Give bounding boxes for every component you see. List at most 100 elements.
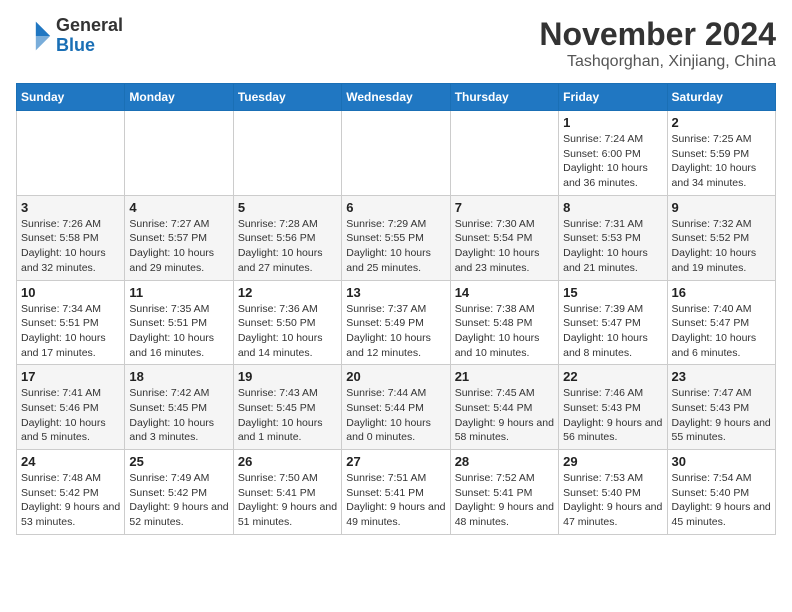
day-info: Sunrise: 7:46 AM Sunset: 5:43 PM Dayligh… bbox=[563, 386, 662, 445]
weekday-header-tuesday: Tuesday bbox=[233, 84, 341, 111]
day-number: 20 bbox=[346, 369, 445, 384]
day-number: 10 bbox=[21, 285, 120, 300]
calendar-cell: 26 Sunrise: 7:50 AM Sunset: 5:41 PM Dayli… bbox=[233, 450, 341, 535]
day-info: Sunrise: 7:32 AM Sunset: 5:52 PM Dayligh… bbox=[672, 217, 771, 276]
day-info: Sunrise: 7:50 AM Sunset: 5:41 PM Dayligh… bbox=[238, 471, 337, 530]
calendar-cell: 7 Sunrise: 7:30 AM Sunset: 5:54 PM Daylig… bbox=[450, 195, 558, 280]
day-number: 28 bbox=[455, 454, 554, 469]
day-number: 15 bbox=[563, 285, 662, 300]
weekday-header-friday: Friday bbox=[559, 84, 667, 111]
calendar-cell: 8 Sunrise: 7:31 AM Sunset: 5:53 PM Daylig… bbox=[559, 195, 667, 280]
day-number: 26 bbox=[238, 454, 337, 469]
day-number: 23 bbox=[672, 369, 771, 384]
calendar-cell: 12Sunrise: 7:36 AM Sunset: 5:50 PM Dayli… bbox=[233, 280, 341, 365]
calendar-cell: 23 Sunrise: 7:47 AM Sunset: 5:43 PM Dayli… bbox=[667, 365, 775, 450]
day-info: Sunrise: 7:27 AM Sunset: 5:57 PM Dayligh… bbox=[129, 217, 228, 276]
day-number: 3 bbox=[21, 200, 120, 215]
day-number: 14 bbox=[455, 285, 554, 300]
logo-line2: Blue bbox=[56, 36, 123, 56]
logo: General Blue bbox=[16, 16, 123, 56]
day-number: 2 bbox=[672, 115, 771, 130]
calendar-cell: 13Sunrise: 7:37 AM Sunset: 5:49 PM Dayli… bbox=[342, 280, 450, 365]
day-info: Sunrise: 7:35 AM Sunset: 5:51 PM Dayligh… bbox=[129, 302, 228, 361]
day-info: Sunrise: 7:24 AM Sunset: 6:00 PM Dayligh… bbox=[563, 132, 662, 191]
calendar-cell: 16 Sunrise: 7:40 AM Sunset: 5:47 PM Dayli… bbox=[667, 280, 775, 365]
calendar-cell: 5 Sunrise: 7:28 AM Sunset: 5:56 PM Daylig… bbox=[233, 195, 341, 280]
day-number: 16 bbox=[672, 285, 771, 300]
calendar-cell: 24 Sunrise: 7:48 AM Sunset: 5:42 PM Dayli… bbox=[17, 450, 125, 535]
location-subtitle: Tashqorghan, Xinjiang, China bbox=[539, 53, 776, 71]
day-info: Sunrise: 7:41 AM Sunset: 5:46 PM Dayligh… bbox=[21, 386, 120, 445]
calendar-cell: 27Sunrise: 7:51 AM Sunset: 5:41 PM Dayli… bbox=[342, 450, 450, 535]
calendar-cell: 18Sunrise: 7:42 AM Sunset: 5:45 PM Dayli… bbox=[125, 365, 233, 450]
day-info: Sunrise: 7:54 AM Sunset: 5:40 PM Dayligh… bbox=[672, 471, 771, 530]
logo-text: General Blue bbox=[56, 16, 123, 56]
day-number: 1 bbox=[563, 115, 662, 130]
calendar-cell: 20 Sunrise: 7:44 AM Sunset: 5:44 PM Dayli… bbox=[342, 365, 450, 450]
day-number: 5 bbox=[238, 200, 337, 215]
day-info: Sunrise: 7:52 AM Sunset: 5:41 PM Dayligh… bbox=[455, 471, 554, 530]
calendar-cell: 6Sunrise: 7:29 AM Sunset: 5:55 PM Daylig… bbox=[342, 195, 450, 280]
day-number: 18 bbox=[129, 369, 228, 384]
calendar-week-row: 17 Sunrise: 7:41 AM Sunset: 5:46 PM Dayli… bbox=[17, 365, 776, 450]
day-info: Sunrise: 7:44 AM Sunset: 5:44 PM Dayligh… bbox=[346, 386, 445, 445]
calendar-cell bbox=[233, 111, 341, 196]
calendar-cell: 9 Sunrise: 7:32 AM Sunset: 5:52 PM Daylig… bbox=[667, 195, 775, 280]
weekday-header-wednesday: Wednesday bbox=[342, 84, 450, 111]
calendar-week-row: 10 Sunrise: 7:34 AM Sunset: 5:51 PM Dayli… bbox=[17, 280, 776, 365]
day-number: 4 bbox=[129, 200, 228, 215]
calendar-cell: 3 Sunrise: 7:26 AM Sunset: 5:58 PM Daylig… bbox=[17, 195, 125, 280]
day-info: Sunrise: 7:53 AM Sunset: 5:40 PM Dayligh… bbox=[563, 471, 662, 530]
day-info: Sunrise: 7:48 AM Sunset: 5:42 PM Dayligh… bbox=[21, 471, 120, 530]
day-info: Sunrise: 7:28 AM Sunset: 5:56 PM Dayligh… bbox=[238, 217, 337, 276]
calendar-cell: 1 Sunrise: 7:24 AM Sunset: 6:00 PM Daylig… bbox=[559, 111, 667, 196]
month-year-title: November 2024 bbox=[539, 16, 776, 53]
day-number: 11 bbox=[129, 285, 228, 300]
day-number: 29 bbox=[563, 454, 662, 469]
day-number: 9 bbox=[672, 200, 771, 215]
calendar-cell: 25 Sunrise: 7:49 AM Sunset: 5:42 PM Dayli… bbox=[125, 450, 233, 535]
day-info: Sunrise: 7:43 AM Sunset: 5:45 PM Dayligh… bbox=[238, 386, 337, 445]
logo-icon bbox=[16, 18, 52, 54]
weekday-header-saturday: Saturday bbox=[667, 84, 775, 111]
day-info: Sunrise: 7:30 AM Sunset: 5:54 PM Dayligh… bbox=[455, 217, 554, 276]
weekday-header-thursday: Thursday bbox=[450, 84, 558, 111]
day-info: Sunrise: 7:34 AM Sunset: 5:51 PM Dayligh… bbox=[21, 302, 120, 361]
calendar-cell bbox=[342, 111, 450, 196]
weekday-header-row: SundayMondayTuesdayWednesdayThursdayFrid… bbox=[17, 84, 776, 111]
calendar-cell: 14Sunrise: 7:38 AM Sunset: 5:48 PM Dayli… bbox=[450, 280, 558, 365]
day-info: Sunrise: 7:39 AM Sunset: 5:47 PM Dayligh… bbox=[563, 302, 662, 361]
weekday-header-sunday: Sunday bbox=[17, 84, 125, 111]
day-info: Sunrise: 7:45 AM Sunset: 5:44 PM Dayligh… bbox=[455, 386, 554, 445]
day-info: Sunrise: 7:31 AM Sunset: 5:53 PM Dayligh… bbox=[563, 217, 662, 276]
calendar-cell: 17 Sunrise: 7:41 AM Sunset: 5:46 PM Dayli… bbox=[17, 365, 125, 450]
day-info: Sunrise: 7:36 AM Sunset: 5:50 PM Dayligh… bbox=[238, 302, 337, 361]
day-number: 30 bbox=[672, 454, 771, 469]
day-number: 24 bbox=[21, 454, 120, 469]
day-number: 22 bbox=[563, 369, 662, 384]
calendar-cell bbox=[17, 111, 125, 196]
day-info: Sunrise: 7:40 AM Sunset: 5:47 PM Dayligh… bbox=[672, 302, 771, 361]
calendar-table: SundayMondayTuesdayWednesdayThursdayFrid… bbox=[16, 83, 776, 535]
day-number: 25 bbox=[129, 454, 228, 469]
calendar-cell: 29 Sunrise: 7:53 AM Sunset: 5:40 PM Dayli… bbox=[559, 450, 667, 535]
day-number: 8 bbox=[563, 200, 662, 215]
day-info: Sunrise: 7:37 AM Sunset: 5:49 PM Dayligh… bbox=[346, 302, 445, 361]
day-number: 19 bbox=[238, 369, 337, 384]
calendar-cell: 30 Sunrise: 7:54 AM Sunset: 5:40 PM Dayli… bbox=[667, 450, 775, 535]
calendar-cell: 19 Sunrise: 7:43 AM Sunset: 5:45 PM Dayli… bbox=[233, 365, 341, 450]
day-number: 27 bbox=[346, 454, 445, 469]
page-header: General Blue November 2024 Tashqorghan, … bbox=[16, 16, 776, 71]
calendar-cell bbox=[125, 111, 233, 196]
title-block: November 2024 Tashqorghan, Xinjiang, Chi… bbox=[539, 16, 776, 71]
calendar-week-row: 1 Sunrise: 7:24 AM Sunset: 6:00 PM Daylig… bbox=[17, 111, 776, 196]
day-number: 7 bbox=[455, 200, 554, 215]
day-info: Sunrise: 7:49 AM Sunset: 5:42 PM Dayligh… bbox=[129, 471, 228, 530]
calendar-cell: 4 Sunrise: 7:27 AM Sunset: 5:57 PM Daylig… bbox=[125, 195, 233, 280]
day-info: Sunrise: 7:26 AM Sunset: 5:58 PM Dayligh… bbox=[21, 217, 120, 276]
day-info: Sunrise: 7:29 AM Sunset: 5:55 PM Dayligh… bbox=[346, 217, 445, 276]
calendar-week-row: 24 Sunrise: 7:48 AM Sunset: 5:42 PM Dayli… bbox=[17, 450, 776, 535]
calendar-cell: 10 Sunrise: 7:34 AM Sunset: 5:51 PM Dayli… bbox=[17, 280, 125, 365]
day-info: Sunrise: 7:47 AM Sunset: 5:43 PM Dayligh… bbox=[672, 386, 771, 445]
day-number: 17 bbox=[21, 369, 120, 384]
